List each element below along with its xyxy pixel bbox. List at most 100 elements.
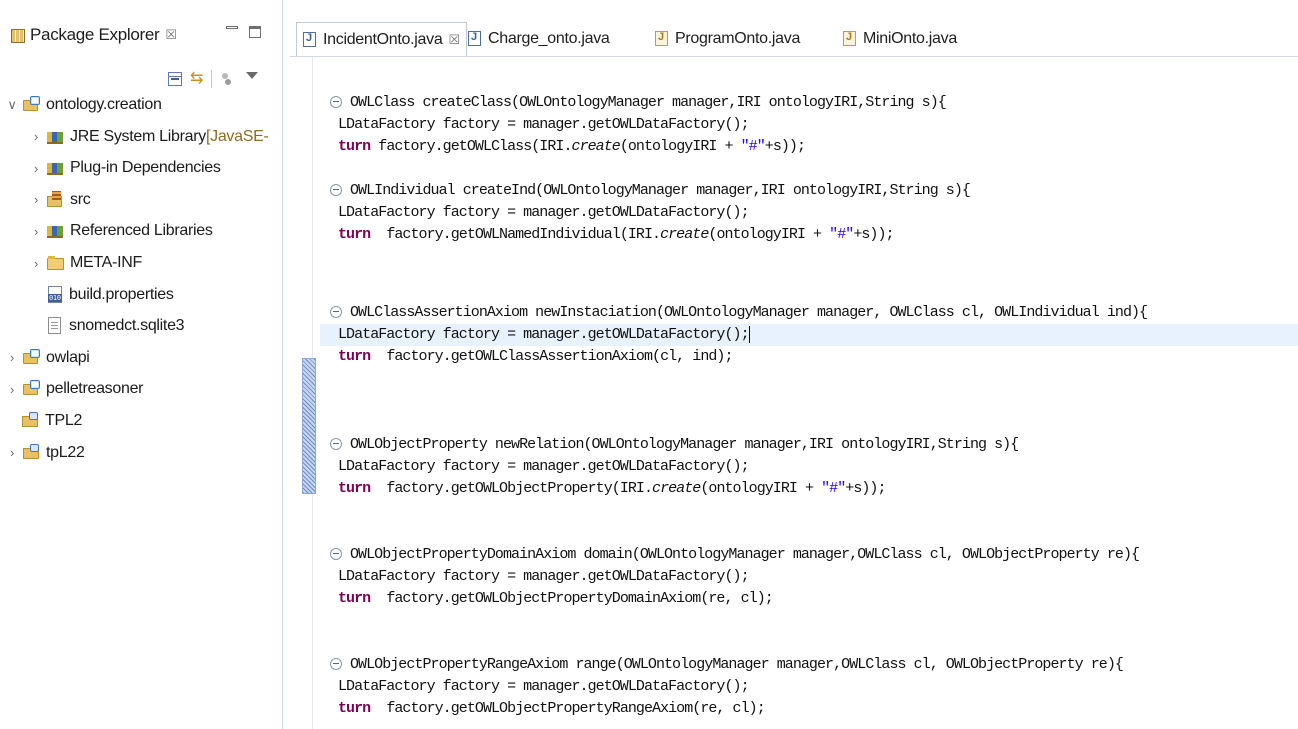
method-signature-line[interactable]: OWLIndividual createInd(OWLOntologyManag… [320,180,1298,202]
method-signature-line[interactable]: OWLObjectProperty newRelation(OWLOntolog… [320,434,1298,456]
code-token: OWLObjectPropertyDomainAxiom domain(OWLO… [350,546,1140,563]
package-explorer-tab[interactable]: Package Explorer ☒ [10,24,177,46]
collapsed-chevron-icon[interactable]: › [30,129,42,144]
code-token: create [571,138,621,155]
code-line[interactable] [320,512,1298,534]
editor-tab[interactable]: MiniOnto.java [843,22,957,56]
collapsed-chevron-icon[interactable]: › [30,192,42,207]
code-line[interactable] [320,368,1298,390]
code-line[interactable] [320,258,1298,280]
string-token: "#" [740,138,766,155]
tree-item[interactable]: › owlapi [6,345,90,371]
collapsed-chevron-icon[interactable]: › [30,224,42,239]
collapsed-chevron-icon[interactable]: › [30,256,42,271]
editor-tab[interactable]: ProgramOnto.java [655,22,800,56]
code-token: +s)); [853,226,894,243]
fold-collapse-icon[interactable] [330,96,342,108]
java-project-icon [23,96,41,114]
code-line[interactable] [320,158,1298,180]
focus-icon[interactable] [220,72,234,86]
code-line[interactable]: LDataFactory factory = manager.getOWLDat… [320,456,1298,478]
code-line[interactable]: LDataFactory factory = manager.getOWLDat… [320,566,1298,588]
collapsed-chevron-icon[interactable]: › [6,382,18,397]
fold-collapse-icon[interactable] [330,548,342,560]
tree-item[interactable]: › JRE System Library [JavaSE- [30,124,269,150]
tree-item[interactable]: snomedct.sqlite3 [46,313,185,339]
code-line[interactable]: turn factory.getOWLClassAssertionAxiom(c… [320,346,1298,368]
code-line[interactable]: turn factory.getOWLClass(IRI.create(onto… [320,136,1298,158]
tree-item[interactable]: › Referenced Libraries [30,218,213,244]
fold-collapse-icon[interactable] [330,658,342,670]
keyword-token: turn [338,226,371,243]
keyword-token: turn [338,700,371,717]
code-line[interactable]: LDataFactory factory = manager.getOWLDat… [320,324,1298,346]
keyword-token: turn [338,590,371,607]
fold-collapse-icon[interactable] [330,306,342,318]
method-signature-line[interactable]: OWLObjectPropertyDomainAxiom domain(OWLO… [320,544,1298,566]
minimize-icon[interactable] [226,26,238,36]
collapsed-chevron-icon[interactable]: › [30,161,42,176]
close-view-icon[interactable]: ☒ [165,27,177,43]
code-token: OWLObjectPropertyRangeAxiom range(OWLOnt… [350,656,1124,673]
java-file-icon [303,31,317,48]
code-line[interactable]: turn factory.getOWLNamedIndividual(IRI.c… [320,224,1298,246]
code-line[interactable]: turn factory.getOWLObjectPropertyRangeAx… [320,698,1298,720]
editor-tab[interactable]: IncidentOnto.java ☒ [296,22,467,56]
tree-item[interactable]: ∨ ontology.creation [6,92,162,118]
code-text: OWLIndividual createInd(OWLOntologyManag… [350,180,971,202]
tree-item-label: JRE System Library [70,127,206,145]
collapsed-chevron-icon[interactable]: › [6,350,18,365]
editor-tabs: IncidentOnto.java ☒ Charge_onto.java Progra… [290,22,1298,57]
code-text: OWLClass createClass(OWLOntologyManager … [350,92,947,114]
code-token: OWLObjectProperty newRelation(OWLOntolog… [350,436,1019,453]
method-signature-line[interactable]: OWLClass createClass(OWLOntologyManager … [320,92,1298,114]
method-signature-line[interactable]: OWLObjectPropertyRangeAxiom range(OWLOnt… [320,654,1298,676]
toolbar-separator [211,70,213,88]
editor-tab[interactable]: Charge_onto.java [468,22,610,56]
code-line[interactable]: turn factory.getOWLObjectPropertyDomainA… [320,588,1298,610]
code-line[interactable]: turn factory.getOWLObjectProperty(IRI.cr… [320,478,1298,500]
tree-item[interactable]: TPL2 [22,408,82,434]
tree-item[interactable]: › META-INF [30,250,142,276]
code-area[interactable]: OWLClass createClass(OWLOntologyManager … [320,57,1298,729]
collapsed-chevron-icon[interactable]: › [6,445,18,460]
link-with-editor-icon[interactable]: ⇆ [190,71,203,87]
closed-project-icon [23,443,41,462]
maximize-icon[interactable] [249,26,261,38]
tree-item[interactable]: › src [30,187,91,213]
code-line[interactable] [320,390,1298,412]
fold-collapse-icon[interactable] [330,438,342,450]
code-text: turn factory.getOWLClass(IRI.create(onto… [338,136,806,158]
editor-tab-label: Charge_onto.java [488,30,610,47]
code-line[interactable]: LDataFactory factory = manager.getOWLDat… [320,114,1298,136]
code-token: (ontologyIRI + [700,480,822,497]
tree-item[interactable]: build.properties [46,282,174,308]
editor-tab-label: IncidentOnto.java [323,30,443,48]
tree-item-label: snomedct.sqlite3 [69,317,185,335]
package-explorer-icon [10,28,25,43]
java-project-icon [23,348,41,367]
expanded-chevron-icon[interactable]: ∨ [6,97,18,113]
keyword-token: turn [338,480,371,497]
code-token: (ontologyIRI + [708,226,830,243]
package-explorer-header: Package Explorer ☒ ⇆ [0,0,282,88]
code-text: OWLObjectPropertyDomainAxiom domain(OWLO… [350,544,1140,566]
code-text: LDataFactory factory = manager.getOWLDat… [338,676,750,698]
quick-diff-marker[interactable] [302,358,316,494]
tree-item[interactable]: › tpL22 [6,440,85,466]
code-line[interactable]: LDataFactory factory = manager.getOWLDat… [320,676,1298,698]
code-token: create [652,480,701,497]
method-signature-line[interactable]: OWLClassAssertionAxiom newInstaciation(O… [320,302,1298,324]
collapse-all-icon[interactable] [168,72,182,86]
tree-item[interactable]: › Plug-in Dependencies [30,155,221,181]
java-file-icon [843,31,857,47]
tree-item[interactable]: › pelletreasoner [6,376,144,402]
fold-collapse-icon[interactable] [330,184,342,196]
code-line[interactable]: LDataFactory factory = manager.getOWLDat… [320,202,1298,224]
tree-item-label: owlapi [46,348,90,366]
code-text: turn factory.getOWLClassAssertionAxiom(c… [338,346,733,368]
view-menu-icon[interactable] [246,71,259,79]
code-line[interactable] [320,622,1298,644]
code-token: (ontologyIRI + [619,138,741,155]
close-tab-icon[interactable]: ☒ [448,32,460,48]
